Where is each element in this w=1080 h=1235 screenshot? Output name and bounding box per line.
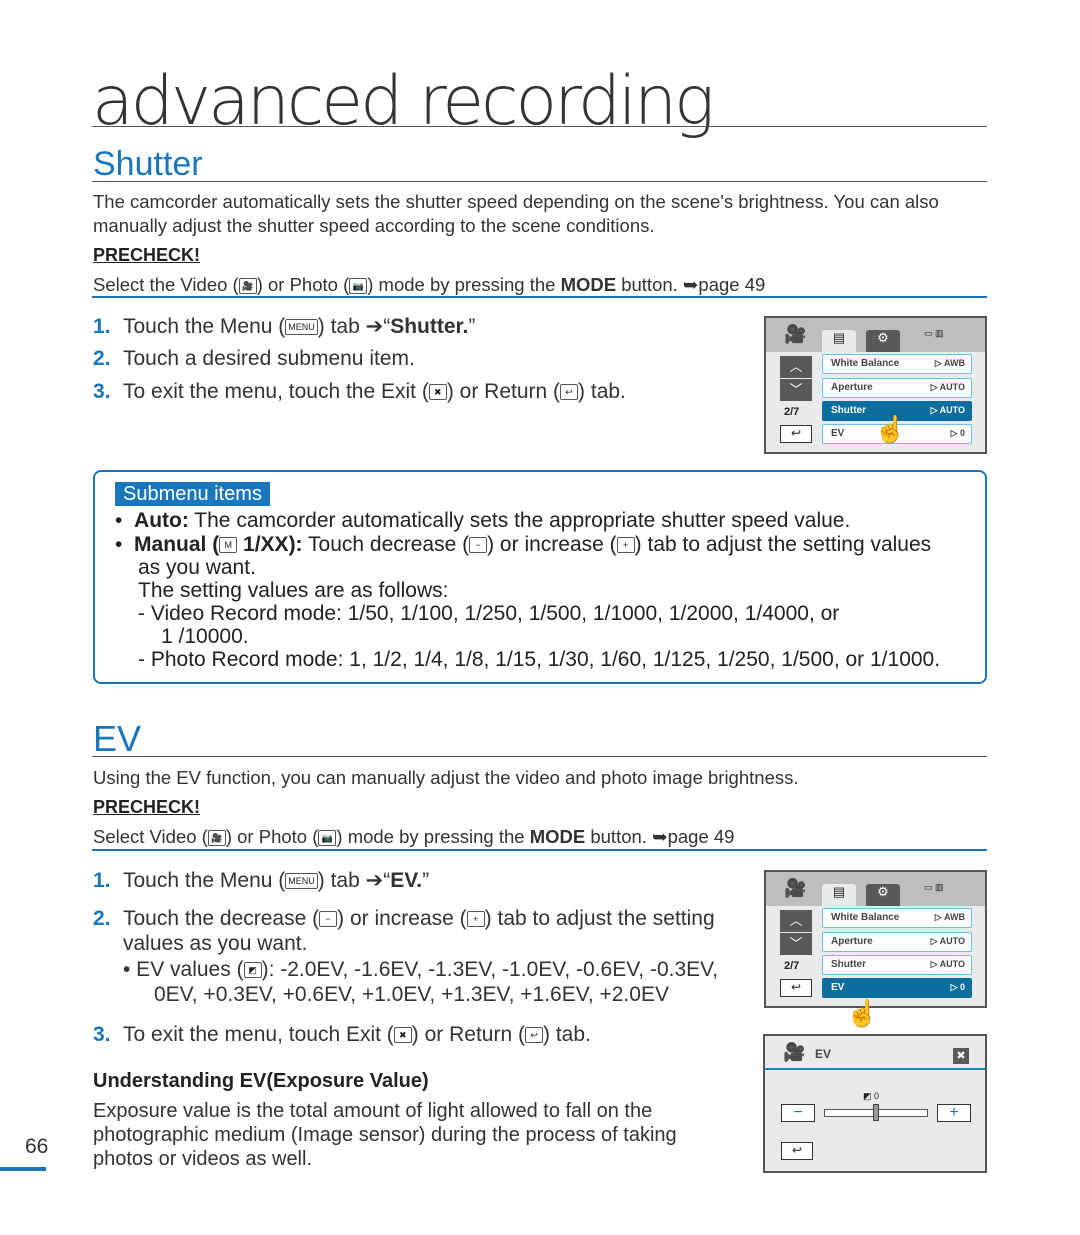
precheck-text: Select the Video (🎥) or Photo (📷) mode b… bbox=[93, 274, 766, 295]
ev-intro: Using the EV function, you can manually … bbox=[93, 767, 799, 788]
menu-icon: MENU bbox=[285, 319, 318, 336]
precheck-text: Select Video (🎥) or Photo (📷) mode by pr… bbox=[93, 826, 735, 847]
precheck-label: PRECHECK! bbox=[93, 797, 201, 817]
close-button[interactable]: ✖ bbox=[953, 1048, 969, 1064]
tab-menu[interactable]: ▤ bbox=[822, 330, 856, 352]
tab-settings[interactable]: ⚙ bbox=[866, 884, 900, 906]
increase-icon: + bbox=[466, 911, 485, 928]
decrease-icon: − bbox=[469, 537, 488, 554]
page-indicator: 2/7 bbox=[784, 406, 800, 418]
page-number: 66 bbox=[25, 1135, 49, 1158]
exit-icon: ✖ bbox=[393, 1027, 412, 1044]
manual-item: • Manual (M 1/XX): Touch decrease (−) or… bbox=[115, 533, 932, 556]
decrease-icon: − bbox=[319, 911, 338, 928]
return-icon: ↩ bbox=[560, 384, 579, 401]
return-button[interactable]: ↩ bbox=[780, 425, 812, 443]
video-mode-icon: 🎥 bbox=[207, 830, 226, 847]
ev-step-3: 3. To exit the menu, touch Exit (✖) or Re… bbox=[93, 1023, 591, 1046]
video-values: 1 /10000. bbox=[161, 625, 249, 648]
scroll-up-button[interactable]: ︿ bbox=[780, 910, 812, 932]
photo-mode-icon: 📷 bbox=[349, 278, 368, 295]
divider bbox=[92, 849, 987, 851]
return-button[interactable]: ↩ bbox=[780, 979, 812, 997]
decrease-button[interactable]: − bbox=[781, 1104, 815, 1122]
video-mode-icon: 🎥 bbox=[784, 324, 807, 344]
ev-step-2: 2. Touch the decrease (−) or increase (+)… bbox=[93, 907, 715, 955]
camcorder-menu-screen: 🎥 ▤ ⚙ ▭ ▥ ︿ ﹀ 2/7 ↩ White Balance ▷ AWB A… bbox=[764, 316, 987, 454]
shutter-step-2: 2. Touch a desired submenu item. bbox=[93, 347, 415, 370]
video-mode-icon: 🎥 bbox=[238, 278, 257, 295]
menu-item-white-balance[interactable]: White Balance ▷ AWB bbox=[822, 908, 972, 928]
shutter-manual-icon: M bbox=[219, 537, 238, 554]
shutter-intro: The camcorder automatically sets the shu… bbox=[93, 191, 939, 236]
photo-mode-icon: 📷 bbox=[318, 830, 337, 847]
menu-item-white-balance[interactable]: White Balance ▷ AWB bbox=[822, 354, 972, 374]
battery-icon: ▭ ▥ bbox=[924, 328, 944, 338]
increase-icon: + bbox=[616, 537, 635, 554]
ev-value: 0 bbox=[874, 1091, 880, 1101]
photo-values: - Photo Record mode: 1, 1/2, 1/4, 1/8, 1… bbox=[138, 648, 941, 671]
auto-item: • Auto: The camcorder automatically sets… bbox=[115, 509, 851, 532]
hand-pointer-icon: ☝ bbox=[874, 414, 907, 444]
divider bbox=[92, 126, 987, 127]
ev-step-1: 1. Touch the Menu (MENU) tab ➔“EV.” bbox=[93, 869, 430, 892]
precheck-label: PRECHECK! bbox=[93, 245, 201, 265]
ev-slider-thumb[interactable] bbox=[873, 1104, 879, 1121]
understanding-title: Understanding EV(Exposure Value) bbox=[93, 1070, 429, 1092]
divider bbox=[92, 181, 987, 182]
tab-menu[interactable]: ▤ bbox=[822, 884, 856, 906]
menu-item-ev[interactable]: EV ▷ 0 bbox=[822, 978, 972, 998]
section-title-shutter: Shutter bbox=[93, 145, 203, 183]
battery-icon: ▭ ▥ bbox=[924, 882, 944, 892]
ev-icon: ◩ bbox=[243, 962, 262, 979]
return-icon: ↩ bbox=[525, 1027, 543, 1044]
shutter-step-3: 3. To exit the menu, touch the Exit (✖) o… bbox=[93, 380, 626, 403]
video-mode-icon: 🎥 bbox=[783, 1042, 806, 1062]
menu-item-aperture[interactable]: Aperture ▷ AUTO bbox=[822, 932, 972, 952]
scroll-down-button[interactable]: ﹀ bbox=[780, 379, 812, 401]
submenu-items-box: Submenu items • Auto: The camcorder auto… bbox=[93, 470, 987, 684]
manual-line: as you want. bbox=[138, 556, 256, 579]
exit-icon: ✖ bbox=[428, 384, 447, 401]
submenu-label: Submenu items bbox=[115, 482, 270, 506]
chapter-title: advanced recording bbox=[92, 62, 715, 141]
panel-title: EV bbox=[815, 1047, 832, 1061]
increase-button[interactable]: + bbox=[937, 1104, 971, 1122]
understanding-text: Exposure value is the total amount of li… bbox=[93, 1100, 677, 1170]
divider bbox=[92, 296, 987, 298]
shutter-step-1: 1. Touch the Menu (MENU) tab ➔“Shutter.” bbox=[93, 315, 476, 338]
ev-adjust-panel: 🎥 EV ✖ ◩ 0 − + ↩ bbox=[763, 1034, 987, 1173]
return-button[interactable]: ↩ bbox=[781, 1142, 813, 1160]
menu-item-shutter[interactable]: Shutter ▷ AUTO bbox=[822, 955, 972, 975]
manual-line: The setting values are as follows: bbox=[138, 579, 449, 602]
video-values: - Video Record mode: 1/50, 1/100, 1/250,… bbox=[138, 602, 840, 625]
video-mode-icon: 🎥 bbox=[784, 878, 807, 898]
divider bbox=[92, 756, 987, 757]
hand-pointer-icon: ☝ bbox=[846, 998, 879, 1028]
tab-settings[interactable]: ⚙ bbox=[866, 330, 900, 352]
camcorder-menu-screen: 🎥 ▤ ⚙ ▭ ▥ ︿ ﹀ 2/7 ↩ White Balance ▷ AWB A… bbox=[764, 870, 987, 1008]
scroll-down-button[interactable]: ﹀ bbox=[780, 933, 812, 955]
ev-icon: ◩ 0 bbox=[863, 1091, 880, 1101]
scroll-up-button[interactable]: ︿ bbox=[780, 356, 812, 378]
ev-values: • EV values (◩): -2.0EV, -1.6EV, -1.3EV,… bbox=[123, 958, 719, 1006]
page-marker bbox=[0, 1167, 46, 1171]
page-indicator: 2/7 bbox=[784, 960, 800, 972]
divider bbox=[765, 1068, 985, 1070]
menu-item-aperture[interactable]: Aperture ▷ AUTO bbox=[822, 378, 972, 398]
section-title-ev: EV bbox=[93, 718, 142, 759]
menu-icon: MENU bbox=[285, 873, 318, 890]
